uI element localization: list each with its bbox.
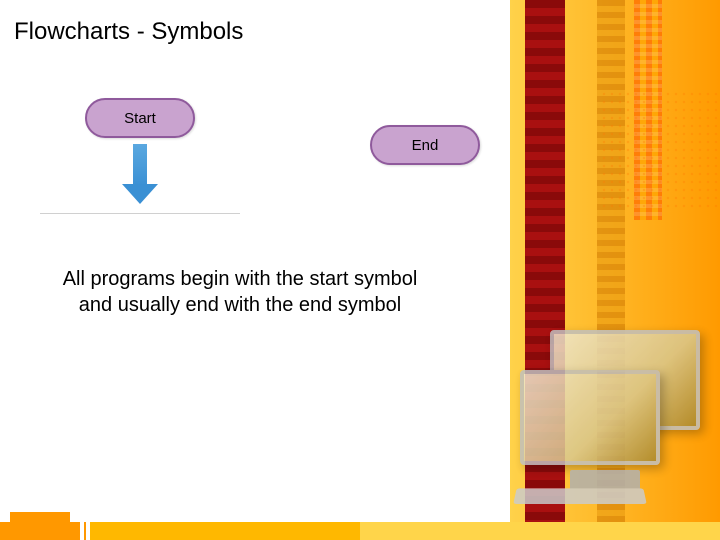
end-label: End <box>412 137 439 154</box>
description-text: All programs begin with the start symbol… <box>60 266 420 318</box>
decorative-bottom-strip <box>0 522 720 540</box>
slide: Flowcharts - Symbols Start End All progr… <box>0 0 720 540</box>
arrow-down-icon <box>122 144 158 204</box>
decorative-monitor-image <box>510 330 710 510</box>
flowchart-end-terminator: End <box>370 125 480 165</box>
start-label: Start <box>124 110 156 127</box>
decorative-dots <box>600 90 720 210</box>
flowchart-start-terminator: Start <box>85 98 195 138</box>
divider <box>40 213 240 214</box>
page-title: Flowcharts - Symbols <box>14 18 243 46</box>
